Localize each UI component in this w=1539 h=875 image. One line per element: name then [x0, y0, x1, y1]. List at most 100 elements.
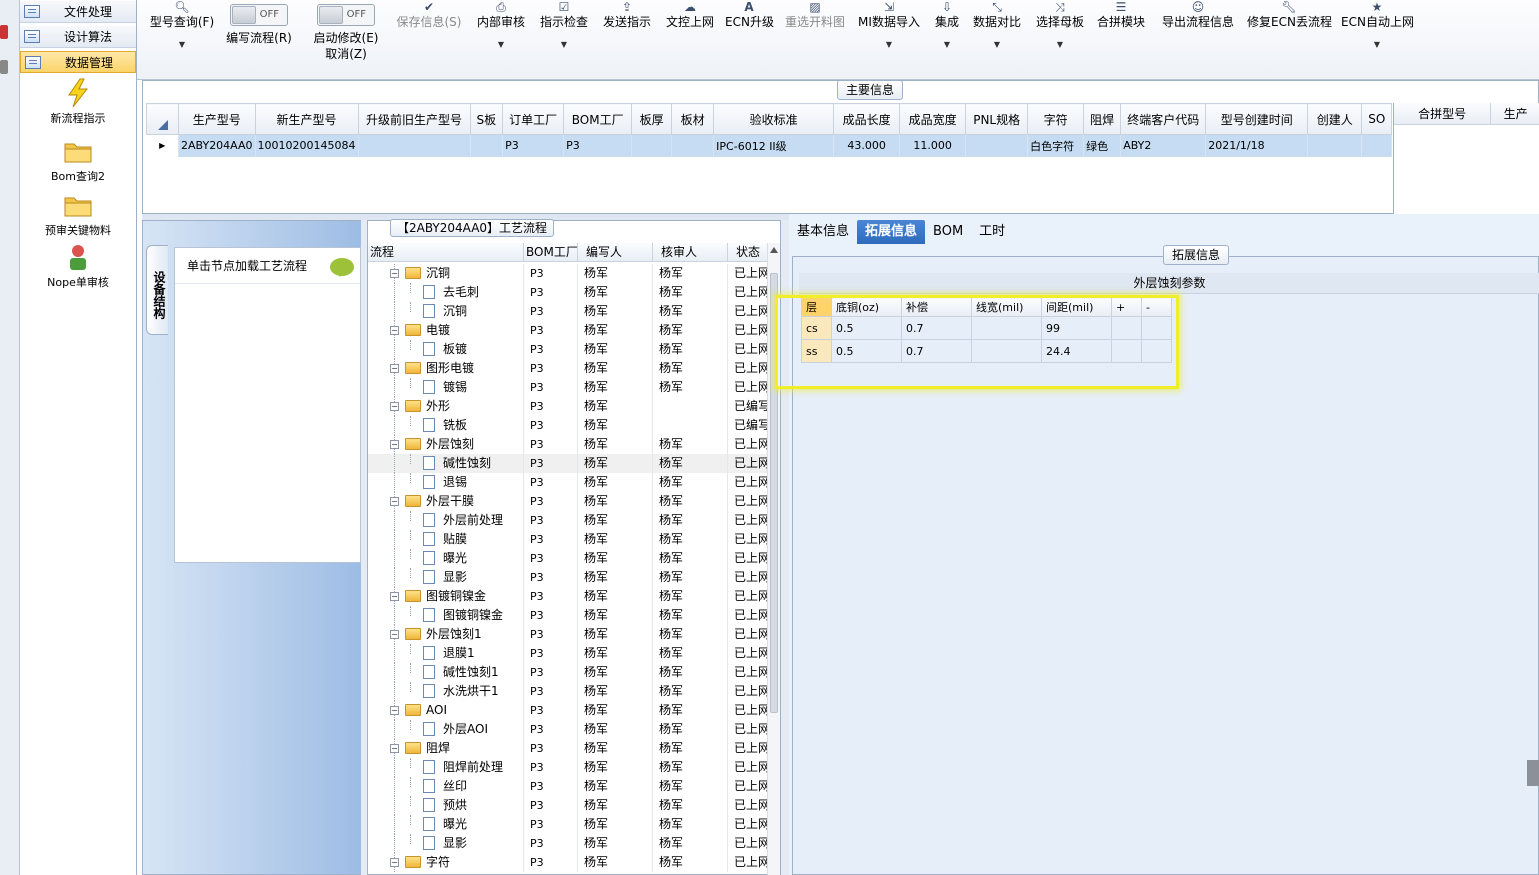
etch-cell[interactable]: 99 [1041, 316, 1112, 340]
col-header-13[interactable]: 阻焊 [1083, 103, 1122, 135]
tree-row[interactable]: 曝光 P3 杨军 杨军 已上网 [368, 549, 768, 568]
table-cell[interactable] [358, 134, 471, 157]
mi-import-button[interactable]: ⇲ MI数据导入 ▼ [857, 0, 921, 80]
col-header-10[interactable]: 成品宽度 [899, 103, 967, 135]
tree-row[interactable]: 显影 P3 杨军 杨军 已上网 [368, 834, 768, 853]
table-cell[interactable]: 白色字符 [1027, 134, 1085, 157]
device-structure-tab[interactable]: 设备结构 [146, 245, 168, 335]
etch-cell[interactable] [1141, 316, 1172, 340]
export-flow-button[interactable]: ☺ 导出流程信息 [1158, 0, 1238, 80]
etch-col-header[interactable]: 底铜(oz) [831, 297, 902, 317]
tree-row[interactable]: − 外层干膜 P3 杨军 杨军 已上网 [368, 492, 768, 511]
tree-node[interactable]: − 图形电镀 [368, 359, 524, 378]
reselect-cutting-button[interactable]: ▨ 重选开料图 [783, 0, 847, 80]
tree-node[interactable]: 碱性蚀刻1 [368, 663, 524, 682]
etch-col-header[interactable]: 线宽(mil) [971, 297, 1042, 317]
col-header-17[interactable]: SO [1361, 103, 1393, 135]
tree-row[interactable]: 去毛刺 P3 杨军 杨军 已上网 [368, 283, 768, 302]
etch-cell[interactable]: 24.4 [1041, 339, 1112, 363]
tree-node[interactable]: − 沉铜 [368, 264, 524, 283]
tree-row[interactable]: 退膜1 P3 杨军 杨军 已上网 [368, 644, 768, 663]
tree-node[interactable]: 外层前处理 [368, 511, 524, 530]
tree-row[interactable]: 贴膜 P3 杨军 杨军 已上网 [368, 530, 768, 549]
tree-node[interactable]: 显影 [368, 568, 524, 587]
tree-scrollbar[interactable] [767, 243, 780, 875]
data-compare-button[interactable]: ⤡ 数据对比 ▼ [971, 0, 1023, 80]
table-cell[interactable]: 2021/1/18 [1205, 134, 1309, 157]
collapse-toggle-icon[interactable]: − [390, 858, 399, 867]
start-modify-toggle[interactable]: OFF [317, 4, 375, 26]
tree-node[interactable]: 镀锡 [368, 378, 524, 397]
col-header-writer[interactable]: 编写人 [578, 243, 653, 261]
tree-row[interactable]: 板镀 P3 杨军 杨军 已上网 [368, 340, 768, 359]
etch-col-header[interactable]: 层 [801, 297, 832, 317]
col-header-7[interactable]: 板材 [671, 103, 715, 135]
table-cell[interactable]: 11.000 [899, 134, 967, 157]
tab-1[interactable]: 拓展信息 [857, 220, 926, 244]
col-header-3[interactable]: S板 [469, 103, 504, 135]
col-header-0[interactable]: 生产型号 [178, 103, 256, 135]
tree-row[interactable]: 外层前处理 P3 杨军 杨军 已上网 [368, 511, 768, 530]
etch-cell[interactable] [1111, 316, 1142, 340]
instruction-check-button[interactable]: ☑ 指示检查 ▼ [537, 0, 591, 80]
splitter[interactable] [781, 220, 789, 875]
collapse-toggle-icon[interactable]: − [390, 326, 399, 335]
collapse-toggle-icon[interactable]: − [390, 364, 399, 373]
tree-row[interactable]: − 外形 P3 杨军 已编写 [368, 397, 768, 416]
dock-icon[interactable] [0, 60, 8, 74]
col-header-2[interactable]: 升级前旧生产型号 [357, 103, 471, 135]
tree-node[interactable]: − 电镀 [368, 321, 524, 340]
tab-3[interactable]: 工时 [971, 220, 1013, 244]
tree-node[interactable]: 板镀 [368, 340, 524, 359]
table-cell[interactable] [1307, 134, 1363, 157]
nav-bom-query2[interactable]: Bom查询2 [20, 136, 136, 184]
etch-cell[interactable] [1111, 339, 1142, 363]
etch-col-header[interactable]: + [1111, 297, 1142, 317]
tree-node[interactable]: 水洗烘干1 [368, 682, 524, 701]
tree-node[interactable]: 铣板 [368, 416, 524, 435]
col-header-16[interactable]: 创建人 [1307, 103, 1363, 135]
table-cell[interactable] [965, 134, 1029, 157]
tab-0[interactable]: 基本信息 [789, 220, 857, 244]
tree-row[interactable]: − 外层蚀刻1 P3 杨军 杨军 已上网 [368, 625, 768, 644]
send-instruction-button[interactable]: ⇪ 发送指示 [600, 0, 654, 80]
table-cell[interactable]: P3 [563, 134, 633, 157]
collapse-toggle-icon[interactable]: − [390, 440, 399, 449]
save-info-button[interactable]: ✔ 保存信息(S) [393, 0, 465, 80]
tree-node[interactable]: − 外层蚀刻1 [368, 625, 524, 644]
table-cell[interactable] [470, 134, 504, 157]
table-cell[interactable] [671, 134, 715, 157]
col-header-12[interactable]: 字符 [1027, 103, 1085, 135]
tree-node[interactable]: − 外层干膜 [368, 492, 524, 511]
table-row[interactable]: ▶ 2ABY204AA0 10010200145084 P3 P3 IPC-6012 I… [146, 134, 1393, 157]
collapse-toggle-icon[interactable]: − [390, 497, 399, 506]
tree-row[interactable]: 曝光 P3 杨军 杨军 已上网 [368, 815, 768, 834]
dock-icon[interactable] [0, 25, 8, 39]
etch-cell[interactable] [1141, 339, 1172, 363]
tree-row[interactable]: 镀锡 P3 杨军 杨军 已上网 [368, 378, 768, 397]
doc-control-online-button[interactable]: ☁ 文控上网 [663, 0, 717, 80]
table-cell[interactable]: P3 [502, 134, 565, 157]
tree-row[interactable]: 预烘 P3 杨军 杨军 已上网 [368, 796, 768, 815]
tree-row[interactable]: 碱性蚀刻1 P3 杨军 杨军 已上网 [368, 663, 768, 682]
etch-row[interactable]: ss 0.5 0.7 24.4 [801, 339, 1172, 363]
tree-row[interactable]: 水洗烘干1 P3 杨军 杨军 已上网 [368, 682, 768, 701]
col-header-merge-1[interactable]: 生产 [1491, 103, 1539, 124]
tree-row[interactable]: − 图形电镀 P3 杨军 杨军 已上网 [368, 359, 768, 378]
col-header-4[interactable]: 订单工厂 [502, 103, 565, 135]
table-cell[interactable]: ABY2 [1120, 134, 1207, 157]
col-header-14[interactable]: 终端客户代码 [1120, 103, 1207, 135]
tree-node[interactable]: 显影 [368, 834, 524, 853]
etch-cell[interactable]: 0.7 [901, 316, 972, 340]
tree-row[interactable]: 阻焊前处理 P3 杨军 杨军 已上网 [368, 758, 768, 777]
collapse-toggle-icon[interactable]: − [390, 592, 399, 601]
col-header-6[interactable]: 板厚 [631, 103, 673, 135]
col-header-9[interactable]: 成品长度 [833, 103, 901, 135]
table-cell[interactable]: 2ABY204AA0 [178, 134, 256, 157]
tree-node[interactable]: − 字符 [368, 853, 524, 872]
col-header-8[interactable]: 验收标准 [713, 103, 835, 135]
tree-node[interactable]: − AOI [368, 701, 524, 720]
col-header-merge-0[interactable]: 合拼型号 [1394, 103, 1492, 124]
tree-node[interactable]: − 外形 [368, 397, 524, 416]
integrate-button[interactable]: ⇩ 集成 ▼ [930, 0, 964, 80]
